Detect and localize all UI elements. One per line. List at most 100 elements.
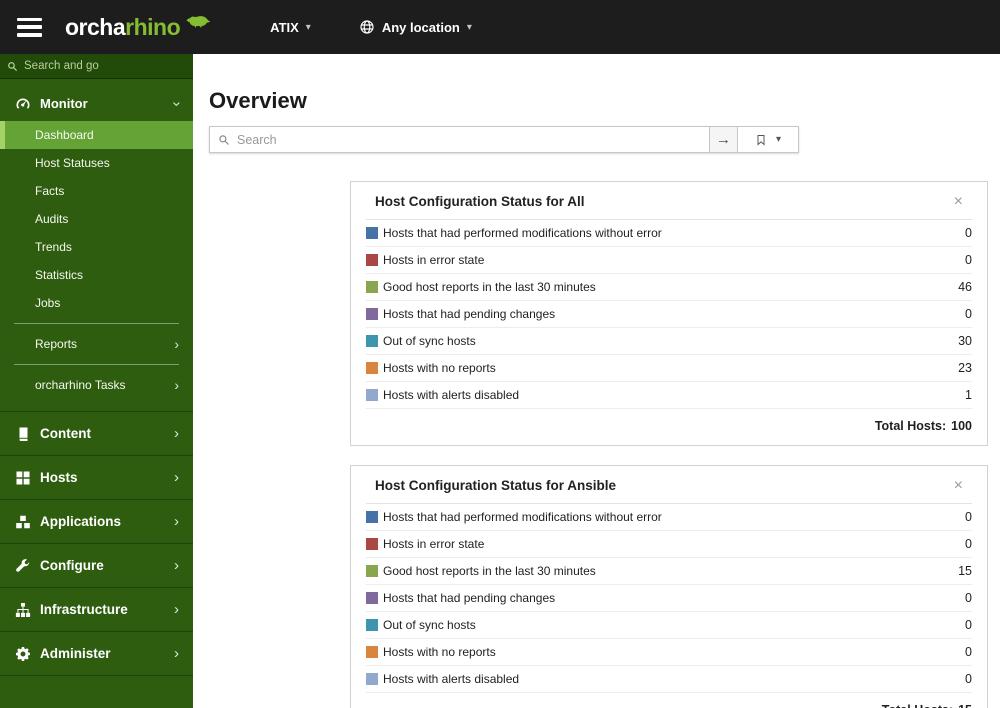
status-label[interactable]: Hosts that had performed modifications w…	[383, 510, 662, 524]
divider	[14, 364, 179, 365]
sidebar-item-orcharhino-tasks[interactable]: orcharhino Tasks ›	[0, 371, 193, 399]
status-swatch	[366, 592, 378, 604]
status-row[interactable]: Out of sync hosts 30	[366, 328, 972, 355]
chevron-right-icon: ›	[174, 600, 179, 618]
sidebar-section-administer[interactable]: Administer ›	[0, 631, 193, 675]
status-label[interactable]: Hosts with alerts disabled	[383, 672, 519, 686]
sidebar-item-facts[interactable]: Facts	[0, 177, 193, 205]
main-content: Overview → ▾	[193, 54, 1000, 708]
page-title: Overview	[209, 88, 307, 113]
gear-icon	[14, 645, 31, 662]
bookmark-dropdown-button[interactable]: ▾	[738, 126, 799, 153]
status-label[interactable]: Hosts in error state	[383, 253, 484, 267]
chevron-right-icon: ›	[174, 377, 179, 393]
status-label[interactable]: Hosts with no reports	[383, 645, 496, 659]
sidebar-item-reports[interactable]: Reports ›	[0, 330, 193, 358]
status-count: 30	[958, 334, 972, 348]
chevron-right-icon: ›	[174, 644, 179, 662]
brand-text-secondary: rhino	[125, 13, 181, 40]
host-search-bar: → ▾	[209, 126, 799, 153]
sidebar-item-label: Facts	[35, 184, 65, 198]
sidebar-item-audits[interactable]: Audits	[0, 205, 193, 233]
sidebar-item-trends[interactable]: Trends	[0, 233, 193, 261]
status-label[interactable]: Hosts with alerts disabled	[383, 388, 519, 402]
sidebar-search-input[interactable]	[24, 60, 186, 72]
status-label[interactable]: Hosts with no reports	[383, 361, 496, 375]
brand-logo[interactable]: orcharhino	[65, 14, 212, 41]
location-menu[interactable]: Any location ▾	[359, 19, 472, 35]
divider	[14, 323, 179, 324]
status-label[interactable]: Hosts that had pending changes	[383, 307, 555, 321]
total-hosts-value: 15	[958, 703, 972, 708]
card-title: Host Configuration Status for All	[375, 194, 585, 209]
sidebar-section-hosts[interactable]: Hosts ›	[0, 455, 193, 499]
hamburger-menu-icon[interactable]	[17, 17, 43, 37]
status-row[interactable]: Good host reports in the last 30 minutes…	[366, 558, 972, 585]
status-count: 23	[958, 361, 972, 375]
card-body: Hosts that had performed modifications w…	[351, 220, 987, 445]
status-row[interactable]: Hosts with no reports 23	[366, 355, 972, 382]
status-swatch	[366, 362, 378, 374]
section-label: Applications	[40, 514, 122, 529]
section-label: Monitor	[40, 96, 88, 111]
status-count: 0	[965, 537, 972, 551]
status-count: 0	[965, 307, 972, 321]
chevron-right-icon: ›	[174, 336, 179, 352]
status-row[interactable]: Hosts that had performed modifications w…	[366, 220, 972, 247]
status-label[interactable]: Hosts in error state	[383, 537, 484, 551]
organization-label: ATIX	[270, 19, 299, 35]
status-swatch	[366, 281, 378, 293]
status-row[interactable]: Hosts with alerts disabled 0	[366, 666, 972, 693]
sidebar-section-monitor[interactable]: Monitor ›	[0, 86, 193, 121]
card-body: Hosts that had performed modifications w…	[351, 504, 987, 708]
status-label[interactable]: Good host reports in the last 30 minutes	[383, 280, 596, 294]
status-row[interactable]: Hosts that had performed modifications w…	[366, 504, 972, 531]
status-row[interactable]: Hosts in error state 0	[366, 247, 972, 274]
status-row[interactable]: Hosts in error state 0	[366, 531, 972, 558]
search-input[interactable]	[237, 132, 701, 147]
status-label[interactable]: Hosts that had performed modifications w…	[383, 226, 662, 240]
status-label[interactable]: Hosts that had pending changes	[383, 591, 555, 605]
sidebar-section-content[interactable]: Content ›	[0, 411, 193, 455]
organization-menu[interactable]: ATIX ▾	[270, 20, 311, 35]
status-count: 15	[958, 564, 972, 578]
sidebar-item-label: orcharhino Tasks	[35, 378, 126, 392]
status-label[interactable]: Out of sync hosts	[383, 334, 476, 348]
status-row[interactable]: Hosts with no reports 0	[366, 639, 972, 666]
top-navbar: orcharhino ATIX ▾ Any location ▾	[0, 0, 1000, 54]
sidebar-section-configure[interactable]: Configure ›	[0, 543, 193, 587]
close-icon[interactable]: ×	[954, 193, 963, 209]
monitor-subnav: Dashboard Host Statuses Facts Audits Tre…	[0, 121, 193, 399]
status-swatch	[366, 646, 378, 658]
globe-icon	[359, 19, 375, 35]
close-icon[interactable]: ×	[954, 477, 963, 493]
caret-down-icon: ▾	[775, 134, 782, 145]
sidebar-section-applications[interactable]: Applications ›	[0, 499, 193, 543]
section-label: Hosts	[40, 470, 78, 485]
total-hosts: Total Hosts: 100	[366, 409, 972, 445]
status-row[interactable]: Hosts that had pending changes 0	[366, 301, 972, 328]
search-submit-button[interactable]: →	[710, 126, 738, 153]
card-title: Host Configuration Status for Ansible	[375, 478, 616, 493]
status-swatch	[366, 619, 378, 631]
sidebar-search[interactable]	[0, 54, 193, 79]
status-row[interactable]: Out of sync hosts 0	[366, 612, 972, 639]
status-label[interactable]: Out of sync hosts	[383, 618, 476, 632]
status-row[interactable]: Hosts with alerts disabled 1	[366, 382, 972, 409]
status-row[interactable]: Hosts that had pending changes 0	[366, 585, 972, 612]
sidebar-item-statistics[interactable]: Statistics	[0, 261, 193, 289]
status-row[interactable]: Good host reports in the last 30 minutes…	[366, 274, 972, 301]
sidebar-item-host-statuses[interactable]: Host Statuses	[0, 149, 193, 177]
chevron-right-icon: ›	[174, 468, 179, 486]
search-input-group[interactable]	[209, 126, 710, 153]
status-label[interactable]: Good host reports in the last 30 minutes	[383, 564, 596, 578]
sidebar-item-label: Audits	[35, 212, 69, 226]
caret-down-icon: ▾	[466, 21, 472, 33]
sidebar-item-dashboard[interactable]: Dashboard	[0, 121, 193, 149]
sidebar-section-infrastructure[interactable]: Infrastructure ›	[0, 587, 193, 631]
sidebar-item-jobs[interactable]: Jobs	[0, 289, 193, 317]
total-hosts-value: 100	[951, 419, 972, 433]
chevron-right-icon: ›	[174, 556, 179, 574]
status-count: 0	[965, 618, 972, 632]
total-hosts-label: Total Hosts:	[874, 419, 947, 433]
